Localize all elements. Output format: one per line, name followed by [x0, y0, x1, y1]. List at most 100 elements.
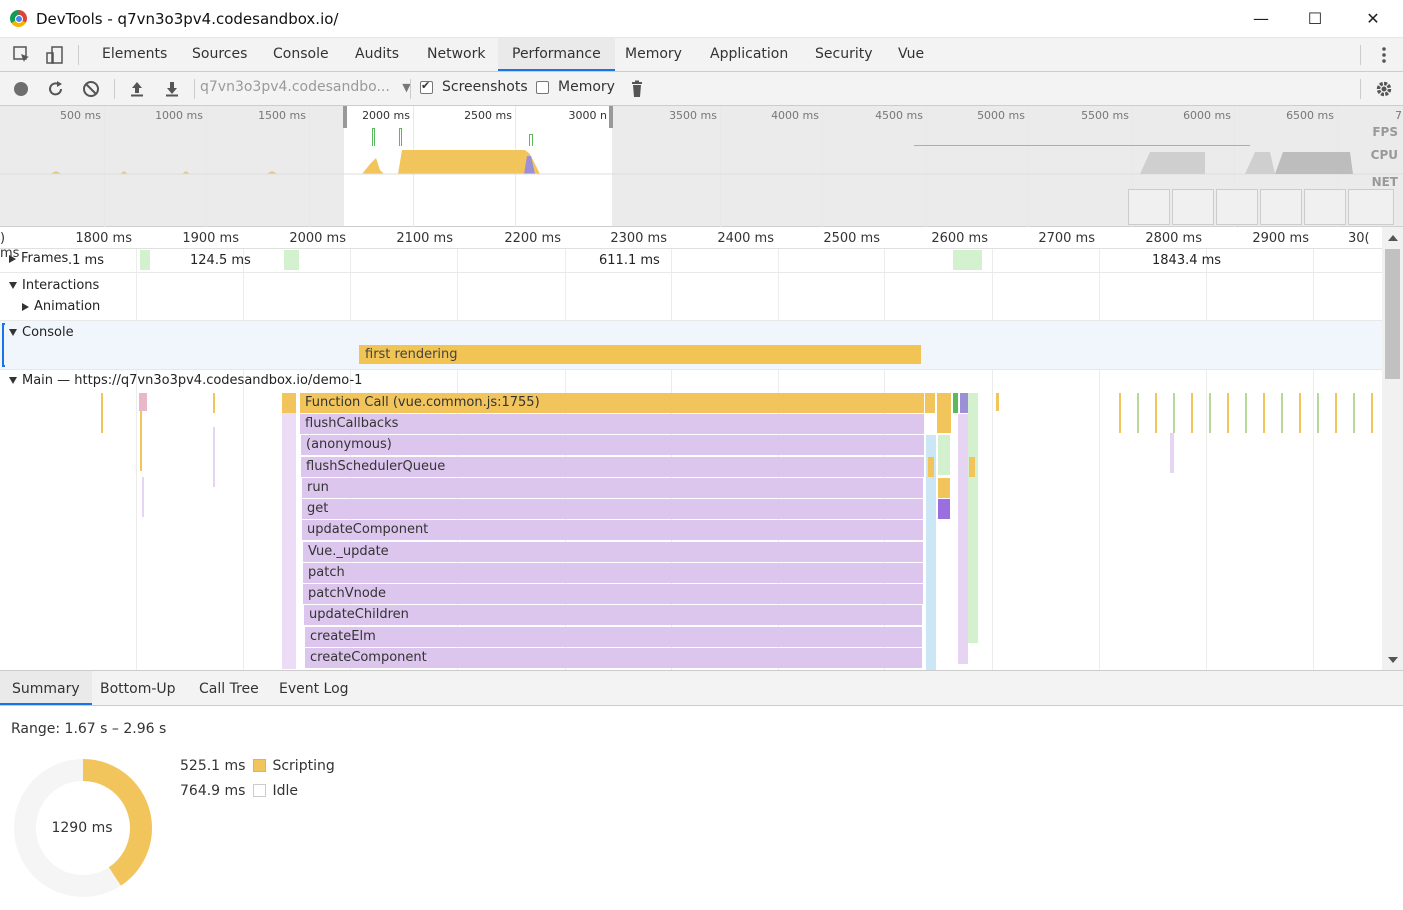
tab-summary[interactable]: Summary — [0, 671, 92, 705]
timeline-overview[interactable]: 500 ms 1000 ms 1500 ms 2000 ms 2500 ms 3… — [0, 106, 1403, 227]
timeline-flamechart[interactable]: ) ms 1800 ms 1900 ms 2000 ms 2100 ms 220… — [0, 227, 1403, 671]
ruler-tick: 2700 ms — [1038, 231, 1095, 246]
tab-bottom-up[interactable]: Bottom-Up — [100, 671, 176, 705]
flame-get[interactable]: get — [302, 499, 923, 519]
tab-security[interactable]: Security — [813, 38, 875, 71]
tab-call-tree[interactable]: Call Tree — [199, 671, 259, 705]
ruler-tick: 2400 ms — [717, 231, 774, 246]
recording-select-value: q7vn3o3pv4.codesandbo... — [200, 79, 390, 95]
memory-checkbox[interactable] — [536, 81, 549, 94]
timeline-grid — [992, 227, 993, 670]
tab-vue[interactable]: Vue — [896, 38, 926, 71]
console-time-event[interactable]: first rendering — [359, 345, 921, 364]
fps-marker — [529, 134, 533, 146]
toolbar-divider-2 — [194, 79, 195, 99]
flame-createelm[interactable]: createElm — [305, 627, 922, 647]
tab-application[interactable]: Application — [708, 38, 790, 71]
timeline-grid — [243, 227, 244, 670]
selection-handle-right[interactable] — [609, 106, 613, 128]
frame-duration: 1843.4 ms — [1152, 253, 1222, 268]
event-mark — [960, 393, 968, 413]
event-mark — [101, 393, 103, 433]
scrollbar-thumb[interactable] — [1385, 249, 1400, 379]
ruler-tick: 2100 ms — [396, 231, 453, 246]
fps-label: FPS — [1372, 125, 1398, 139]
track-separator — [0, 272, 1382, 273]
event-mark — [1170, 433, 1174, 473]
flame-anonymous[interactable]: (anonymous) — [301, 435, 924, 455]
window-title: DevTools - q7vn3o3pv4.codesandbox.io/ — [36, 10, 339, 28]
overview-tick: 4500 ms — [875, 109, 923, 122]
flame-flushschedulerqueue[interactable]: flushSchedulerQueue — [301, 457, 924, 477]
overview-tick: 7 — [1395, 109, 1402, 122]
expand-arrow-icon — [22, 302, 29, 311]
clear-icon[interactable] — [81, 79, 101, 99]
tab-memory[interactable]: Memory — [623, 38, 684, 71]
record-icon[interactable] — [11, 79, 31, 99]
flame-updatechildren[interactable]: updateChildren — [304, 605, 922, 625]
overview-tick: 1000 ms — [155, 109, 203, 122]
tab-sources[interactable]: Sources — [190, 38, 249, 71]
flame-function-call[interactable]: Function Call (vue.common.js:1755) — [300, 393, 924, 413]
close-button[interactable]: ✕ — [1350, 6, 1396, 32]
timeline-grid — [1206, 227, 1207, 670]
reload-record-icon[interactable] — [46, 79, 66, 99]
frame-block[interactable] — [284, 250, 299, 270]
inspect-element-icon[interactable] — [12, 45, 32, 65]
frame-block[interactable] — [140, 250, 150, 270]
selection-handle-left[interactable] — [343, 106, 347, 128]
frame-duration: .1 ms — [68, 253, 104, 268]
overview-tick: 4000 ms — [771, 109, 819, 122]
time-ruler: ) ms 1800 ms 1900 ms 2000 ms 2100 ms 220… — [0, 227, 1382, 261]
trash-icon[interactable] — [627, 79, 647, 99]
frame-block[interactable] — [953, 250, 982, 270]
device-toolbar-icon[interactable] — [45, 45, 65, 65]
toolbar-divider — [114, 79, 115, 99]
collapse-arrow-icon — [9, 282, 17, 289]
flame-createcomponent[interactable]: createComponent — [305, 648, 922, 668]
track-animation[interactable]: Animation — [22, 299, 100, 314]
chrome-logo-icon — [10, 10, 27, 27]
flame-patchvnode[interactable]: patchVnode — [303, 584, 923, 604]
download-profile-icon[interactable] — [162, 79, 182, 99]
event-marks-cluster — [1103, 393, 1375, 433]
flame-updatecomponent[interactable]: updateComponent — [302, 520, 923, 540]
recording-select[interactable]: q7vn3o3pv4.codesandbo... ▼ — [200, 79, 411, 95]
flame-patch[interactable]: patch — [303, 563, 923, 583]
flame-flushcallbacks[interactable]: flushCallbacks — [300, 414, 924, 434]
overview-tick: 2000 ms — [362, 109, 410, 122]
tab-audits[interactable]: Audits — [353, 38, 401, 71]
scroll-down-icon[interactable] — [1388, 657, 1398, 663]
ruler-tick: 2600 ms — [931, 231, 988, 246]
event-mark — [953, 393, 958, 413]
tab-event-log[interactable]: Event Log — [279, 671, 349, 705]
flame-vue-update[interactable]: Vue._update — [303, 542, 923, 562]
tab-network[interactable]: Network — [425, 38, 487, 71]
tab-performance[interactable]: Performance — [498, 38, 615, 71]
track-console[interactable]: Console — [9, 325, 74, 340]
screenshots-checkbox[interactable] — [420, 79, 433, 94]
track-interactions[interactable]: Interactions — [9, 278, 99, 293]
legend-value: 764.9 ms — [180, 783, 246, 799]
ruler-tick: 2900 ms — [1252, 231, 1309, 246]
tab-console[interactable]: Console — [271, 38, 331, 71]
overview-tick: 5500 ms — [1081, 109, 1129, 122]
event-mark — [937, 393, 951, 433]
flame-run[interactable]: run — [302, 478, 923, 498]
track-frames[interactable]: Frames — [9, 251, 68, 266]
tabbar-divider-right — [1360, 45, 1361, 65]
scroll-up-icon[interactable] — [1388, 235, 1398, 241]
tab-elements[interactable]: Elements — [100, 38, 169, 71]
toolbar-divider-3 — [410, 79, 411, 99]
track-main[interactable]: Main — https://q7vn3o3pv4.codesandbox.io… — [9, 373, 362, 388]
ruler-tick: 30( — [1348, 231, 1370, 246]
gear-icon[interactable] — [1374, 79, 1394, 99]
timeline-grid — [1313, 227, 1314, 670]
upload-profile-icon[interactable] — [127, 79, 147, 99]
more-options-icon[interactable] — [1374, 45, 1394, 65]
summary-range: Range: 1.67 s – 2.96 s — [11, 721, 167, 737]
timeline-scrollbar[interactable] — [1382, 227, 1403, 670]
event-mark — [140, 411, 142, 471]
minimize-button[interactable]: — — [1238, 6, 1284, 32]
maximize-button[interactable]: ☐ — [1292, 6, 1338, 32]
